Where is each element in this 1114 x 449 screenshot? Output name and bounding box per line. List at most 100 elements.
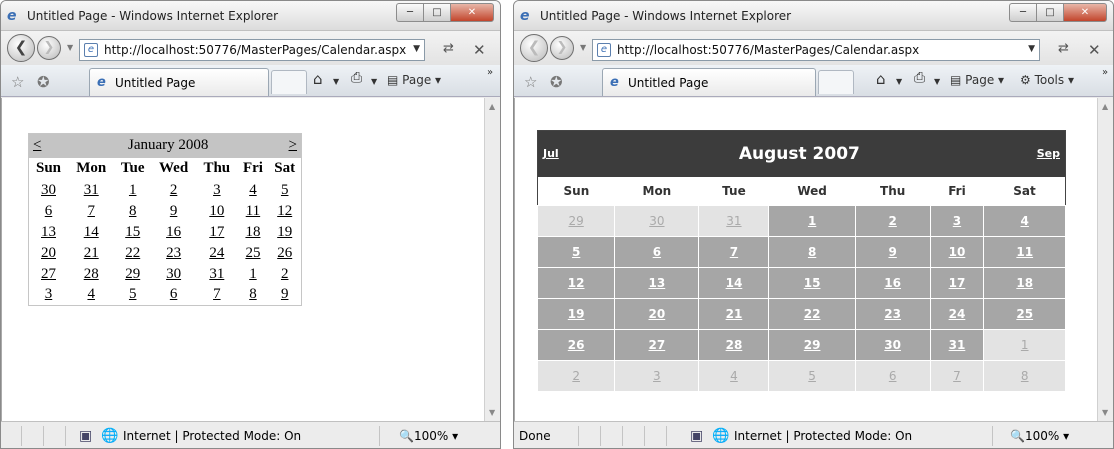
calendar-day-link[interactable]: 23: [854, 298, 931, 330]
stop-icon[interactable]: ✕: [473, 41, 486, 59]
calendar-day-link[interactable]: 6: [151, 285, 196, 306]
close-button[interactable]: ✕: [450, 3, 494, 22]
maximize-button[interactable]: □: [423, 3, 450, 22]
calendar-day-link[interactable]: 22: [768, 298, 856, 330]
calendar-day-link[interactable]: 24: [196, 243, 237, 264]
calendar-day-link[interactable]: 27: [29, 264, 69, 285]
calendar-day-link[interactable]: 20: [614, 298, 700, 330]
back-arrow-icon[interactable]: ❮: [520, 34, 548, 62]
calendar-day-link[interactable]: 15: [114, 222, 151, 243]
calendar-day-link[interactable]: 26: [268, 243, 301, 264]
calendar-day-link[interactable]: 9: [151, 201, 196, 222]
calendar-day-link[interactable]: 1: [237, 264, 268, 285]
new-tab-button[interactable]: [271, 70, 307, 94]
calendar-day-link[interactable]: 27: [614, 329, 700, 361]
calendar-day-link[interactable]: 22: [114, 243, 151, 264]
scroll-down-icon[interactable]: ▼: [489, 408, 495, 417]
print-icon[interactable]: ⎙: [351, 70, 362, 86]
calendar-day-link[interactable]: 23: [151, 243, 196, 264]
calendar-day-link[interactable]: 26: [536, 329, 616, 361]
calendar-day-link[interactable]: 31: [929, 329, 985, 361]
refresh-icon[interactable]: ⇄: [1058, 41, 1069, 56]
stop-icon[interactable]: ✕: [1088, 41, 1101, 59]
print-icon[interactable]: ⎙: [914, 70, 925, 86]
calendar-day-link[interactable]: 21: [698, 298, 770, 330]
calendar-day-link[interactable]: 4: [698, 360, 770, 392]
calendar-day-link[interactable]: 30: [151, 264, 196, 285]
toolbar-overflow-chevron-icon[interactable]: »: [487, 67, 493, 78]
calendar-day-link[interactable]: 24: [929, 298, 985, 330]
calendar-day-link[interactable]: 19: [536, 298, 616, 330]
calendar-day-link[interactable]: 3: [196, 180, 237, 201]
calendar-day-link[interactable]: 25: [983, 298, 1066, 330]
calendar-day-link[interactable]: 1: [114, 180, 151, 201]
zoom-level[interactable]: 🔍100% ▾: [1010, 429, 1069, 443]
calendar-day-link[interactable]: 14: [698, 267, 770, 299]
tab-untitled-page[interactable]: e Untitled Page: [602, 68, 816, 96]
home-dropdown-icon[interactable]: ▼: [333, 77, 339, 86]
address-bar[interactable]: e http://localhost:50776/MasterPages/Cal…: [79, 39, 425, 61]
calendar-day-link[interactable]: 6: [29, 201, 69, 222]
calendar-day-link[interactable]: 8: [983, 360, 1066, 392]
calendar-day-link[interactable]: 30: [854, 329, 931, 361]
calendar-day-link[interactable]: 30: [29, 180, 69, 201]
calendar-day-link[interactable]: 6: [854, 360, 931, 392]
calendar-day-link[interactable]: 17: [929, 267, 985, 299]
calendar-day-link[interactable]: 12: [268, 201, 301, 222]
recent-pages-dropdown-icon[interactable]: ▼: [580, 43, 586, 52]
home-dropdown-icon[interactable]: ▼: [896, 77, 902, 86]
calendar-day-link[interactable]: 1: [768, 205, 856, 237]
calendar-day-link[interactable]: 11: [237, 201, 268, 222]
calendar-day-link[interactable]: 5: [768, 360, 856, 392]
calendar-day-link[interactable]: 7: [68, 201, 114, 222]
calendar-day-link[interactable]: 12: [536, 267, 616, 299]
page-menu[interactable]: ▤ Page ▾: [387, 73, 441, 87]
calendar-day-link[interactable]: 31: [196, 264, 237, 285]
page-menu[interactable]: ▤ Page ▾: [950, 73, 1004, 87]
calendar-day-link[interactable]: 8: [768, 236, 856, 268]
calendar-day-link[interactable]: 21: [68, 243, 114, 264]
calendar-day-link[interactable]: 31: [68, 180, 114, 201]
scroll-down-icon[interactable]: ▼: [1102, 408, 1108, 417]
address-bar[interactable]: e http://localhost:50776/MasterPages/Cal…: [592, 39, 1040, 61]
calendar-day-link[interactable]: 18: [237, 222, 268, 243]
calendar-day-link[interactable]: 1: [983, 329, 1066, 361]
forward-arrow-icon[interactable]: ❯: [550, 36, 574, 60]
favorites-star-icon[interactable]: ☆: [11, 73, 24, 91]
calendar-prev-month-link[interactable]: Jul: [537, 130, 615, 177]
calendar-day-link[interactable]: 20: [29, 243, 69, 264]
vertical-scrollbar[interactable]: ▲ ▼: [484, 98, 500, 421]
calendar-day-link[interactable]: 3: [929, 205, 985, 237]
calendar-day-link[interactable]: 29: [114, 264, 151, 285]
address-dropdown-icon[interactable]: ▼: [1028, 44, 1035, 54]
calendar-day-link[interactable]: 29: [536, 205, 616, 237]
calendar-day-link[interactable]: 5: [268, 180, 301, 201]
back-arrow-icon[interactable]: ❮: [7, 34, 35, 62]
calendar-day-link[interactable]: 10: [196, 201, 237, 222]
calendar-day-link[interactable]: 2: [854, 205, 931, 237]
refresh-icon[interactable]: ⇄: [443, 41, 454, 56]
calendar-day-link[interactable]: 7: [698, 236, 770, 268]
home-icon[interactable]: ⌂: [876, 70, 886, 88]
scroll-up-icon[interactable]: ▲: [1102, 102, 1108, 111]
minimize-button[interactable]: ─: [1009, 3, 1036, 22]
calendar-day-link[interactable]: 9: [854, 236, 931, 268]
calendar-day-link[interactable]: 16: [854, 267, 931, 299]
calendar-day-link[interactable]: 3: [29, 285, 69, 306]
calendar-day-link[interactable]: 7: [929, 360, 985, 392]
calendar-day-link[interactable]: 28: [698, 329, 770, 361]
calendar-day-link[interactable]: 4: [983, 205, 1066, 237]
calendar-day-link[interactable]: 2: [536, 360, 616, 392]
tab-untitled-page[interactable]: e Untitled Page: [89, 68, 269, 96]
calendar-day-link[interactable]: 7: [196, 285, 237, 306]
add-favorites-icon[interactable]: ✪: [37, 73, 50, 91]
calendar-day-link[interactable]: 28: [68, 264, 114, 285]
calendar-day-link[interactable]: 13: [614, 267, 700, 299]
zoom-level[interactable]: 🔍100% ▾: [399, 429, 458, 443]
calendar-day-link[interactable]: 11: [983, 236, 1066, 268]
calendar-day-link[interactable]: 4: [237, 180, 268, 201]
calendar-day-link[interactable]: 10: [929, 236, 985, 268]
calendar-day-link[interactable]: 14: [68, 222, 114, 243]
calendar-day-link[interactable]: 3: [614, 360, 700, 392]
calendar-day-link[interactable]: 8: [237, 285, 268, 306]
